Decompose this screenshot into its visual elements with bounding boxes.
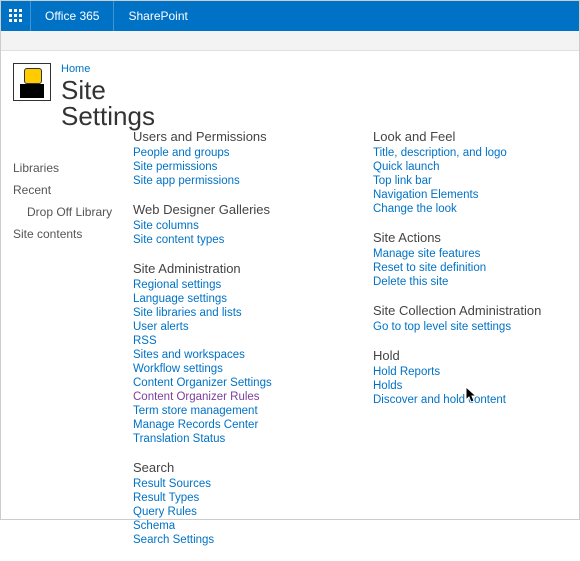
section-web-designer-galleries: Web Designer Galleries Site columnsSite … [133,202,333,247]
settings-link[interactable]: Schema [133,519,333,533]
ribbon-strip [1,31,579,51]
brand-sharepoint[interactable]: SharePoint [114,1,201,31]
page-title: Site Settings [61,77,155,129]
section-hold: Hold Hold ReportsHoldsDiscover and hold … [373,348,563,407]
left-column: Home Site Settings Libraries Recent Drop… [13,63,133,561]
settings-link[interactable]: Query Rules [133,505,333,519]
section-site-administration: Site Administration Regional settingsLan… [133,261,333,446]
brand-office365[interactable]: Office 365 [31,1,114,31]
settings-link[interactable]: RSS [133,334,333,348]
breadcrumb[interactable]: Home [61,63,155,75]
settings-link[interactable]: Holds [373,379,563,393]
settings-link[interactable]: Search Settings [133,533,333,547]
settings-link[interactable]: Top link bar [373,174,563,188]
settings-link[interactable]: Term store management [133,404,333,418]
suite-bar: Office 365 SharePoint [1,1,579,31]
content-area: Home Site Settings Libraries Recent Drop… [1,51,579,561]
settings-link[interactable]: Reset to site definition [373,261,563,275]
settings-link[interactable]: Site app permissions [133,174,333,188]
section-search: Search Result SourcesResult TypesQuery R… [133,460,333,547]
settings-link[interactable]: Discover and hold content [373,393,563,407]
settings-col-right: Look and Feel Title, description, and lo… [373,129,563,561]
section-site-actions: Site Actions Manage site featuresReset t… [373,230,563,289]
settings-link[interactable]: Quick launch [373,160,563,174]
settings-link[interactable]: Title, description, and logo [373,146,563,160]
section-title: Search [133,460,333,475]
settings-link[interactable]: Manage Records Center [133,418,333,432]
settings-link[interactable]: Translation Status [133,432,333,446]
section-title: Hold [373,348,563,363]
section-site-collection-admin: Site Collection Administration Go to top… [373,303,563,334]
settings-link[interactable]: Site libraries and lists [133,306,333,320]
settings-link[interactable]: Workflow settings [133,362,333,376]
section-title: Look and Feel [373,129,563,144]
settings-link[interactable]: Sites and workspaces [133,348,333,362]
settings-link[interactable]: Result Sources [133,477,333,491]
app-launcher-icon[interactable] [1,1,31,31]
settings-columns: Users and Permissions People and groupsS… [133,129,563,561]
section-users-permissions: Users and Permissions People and groupsS… [133,129,333,188]
settings-link[interactable]: Manage site features [373,247,563,261]
settings-link[interactable]: Site content types [133,233,333,247]
settings-link[interactable]: Delete this site [373,275,563,289]
section-title: Site Collection Administration [373,303,563,318]
settings-link[interactable]: Language settings [133,292,333,306]
settings-link[interactable]: Go to top level site settings [373,320,563,334]
section-title: Web Designer Galleries [133,202,333,217]
section-title: Site Administration [133,261,333,276]
section-title: Users and Permissions [133,129,333,144]
settings-link[interactable]: Change the look [373,202,563,216]
settings-link[interactable]: User alerts [133,320,333,334]
settings-link[interactable]: Result Types [133,491,333,505]
settings-link[interactable]: Navigation Elements [373,188,563,202]
settings-link[interactable]: Site permissions [133,160,333,174]
nav-drop-off-library[interactable]: Drop Off Library [13,201,133,223]
site-logo-icon[interactable] [13,63,51,101]
settings-col-left: Users and Permissions People and groupsS… [133,129,333,561]
settings-link[interactable]: People and groups [133,146,333,160]
section-title: Site Actions [373,230,563,245]
nav-recent[interactable]: Recent [13,179,133,201]
nav-libraries[interactable]: Libraries [13,157,133,179]
settings-link[interactable]: Content Organizer Settings [133,376,333,390]
settings-link[interactable]: Content Organizer Rules [133,390,333,404]
section-look-and-feel: Look and Feel Title, description, and lo… [373,129,563,216]
nav-site-contents[interactable]: Site contents [13,223,133,245]
settings-link[interactable]: Hold Reports [373,365,563,379]
settings-link[interactable]: Regional settings [133,278,333,292]
settings-link[interactable]: Site columns [133,219,333,233]
page-header: Home Site Settings [13,63,133,129]
